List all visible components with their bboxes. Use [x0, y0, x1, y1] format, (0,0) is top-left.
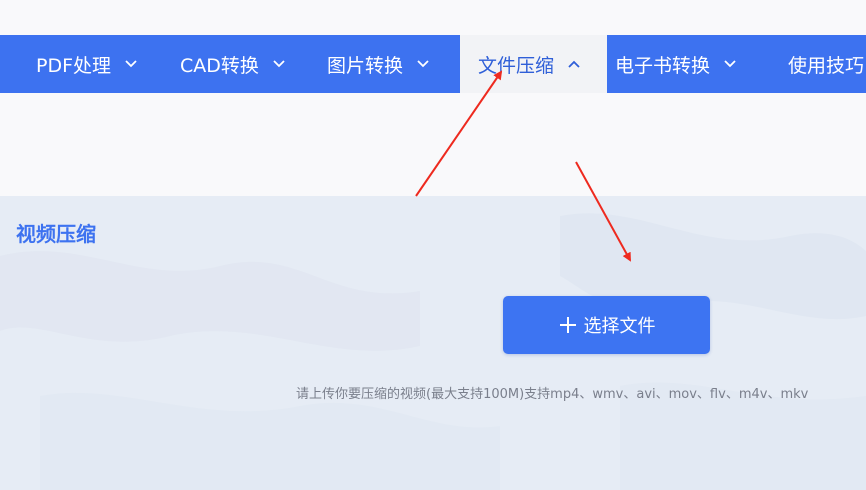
nav-item-label: 文件压缩 [478, 54, 555, 77]
chevron-down-icon [271, 56, 287, 72]
nav-item-label: 图片转换 [327, 54, 404, 77]
upload-hint: 请上传你要压缩的视频(最大支持100M)支持mp4、wmv、avi、mov、fl… [296, 387, 809, 402]
nav-item-image[interactable]: 图片转换 [313, 35, 460, 93]
nav-item-cad[interactable]: CAD转换 [166, 35, 313, 93]
dropdown-area [0, 93, 866, 196]
page: PDF处理 CAD转换 图片转换 文件压缩 电子书转换 使用技巧 视频压缩 选择… [0, 0, 866, 490]
nav-item-label: PDF处理 [36, 54, 112, 77]
chevron-down-icon [123, 56, 139, 72]
top-bar [0, 0, 866, 35]
select-file-button[interactable]: 选择文件 [503, 296, 710, 354]
nav-item-label: CAD转换 [180, 54, 259, 77]
nav-item-tips[interactable]: 使用技巧 [774, 35, 866, 93]
main-nav: PDF处理 CAD转换 图片转换 文件压缩 电子书转换 使用技巧 [0, 35, 866, 93]
nav-item-ebook[interactable]: 电子书转换 [607, 35, 774, 93]
background-texture [0, 213, 866, 490]
plus-icon [558, 315, 578, 335]
section-title: 视频压缩 [16, 222, 96, 246]
nav-item-file-compress[interactable]: 文件压缩 [460, 35, 607, 93]
upload-section: 视频压缩 选择文件 请上传你要压缩的视频(最大支持100M)支持mp4、wmv、… [0, 196, 866, 490]
chevron-up-icon [566, 56, 582, 72]
nav-item-label: 使用技巧 [788, 54, 865, 77]
nav-item-label: 电子书转换 [615, 54, 711, 77]
chevron-down-icon [722, 56, 738, 72]
select-file-label: 选择文件 [583, 316, 656, 337]
nav-item-pdf[interactable]: PDF处理 [0, 35, 166, 93]
chevron-down-icon [415, 56, 431, 72]
